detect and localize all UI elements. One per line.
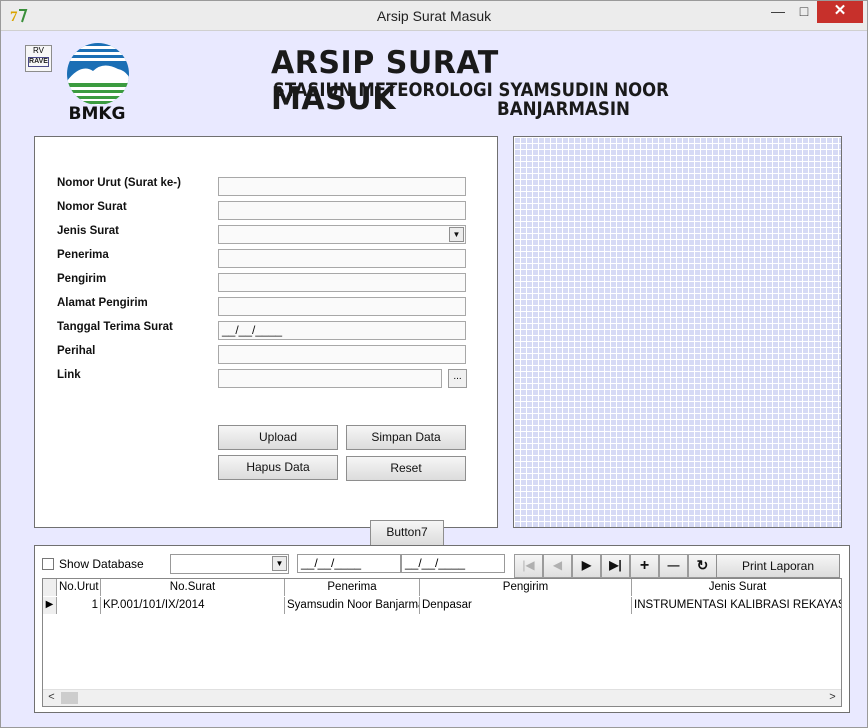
next-record-button[interactable]: ▶ <box>572 554 601 578</box>
chevron-down-icon[interactable]: ▼ <box>272 556 287 571</box>
add-record-button[interactable]: + <box>630 554 659 578</box>
reset-button[interactable]: Reset <box>346 456 466 481</box>
scroll-left-icon[interactable]: < <box>43 690 60 706</box>
pengirim-input[interactable] <box>218 273 466 292</box>
alamat-pengirim-label: Alamat Pengirim <box>57 297 148 309</box>
minimize-button[interactable]: — <box>765 1 791 23</box>
column-header-no-surat[interactable]: No.Surat <box>101 579 285 596</box>
document-preview-panel[interactable] <box>513 136 842 528</box>
rave-icon-box: RAVE <box>28 57 49 67</box>
penerima-label: Penerima <box>57 249 109 261</box>
penerima-input[interactable] <box>218 249 466 268</box>
database-panel: Show Database ▼ __/__/____ __/__/____ |◀… <box>34 545 850 713</box>
browse-button[interactable]: ... <box>448 369 467 388</box>
cell-penerima[interactable]: Syamsudin Noor Banjarmasin <box>285 597 420 614</box>
column-header-pengirim[interactable]: Pengirim <box>420 579 632 596</box>
tanggal-terima-label: Tanggal Terima Surat <box>57 321 173 333</box>
pengirim-label: Pengirim <box>57 273 107 285</box>
records-grid[interactable]: No.Urut No.Surat Penerima Pengirim Jenis… <box>42 578 842 707</box>
perihal-label: Perihal <box>57 345 96 357</box>
last-record-button[interactable]: ▶| <box>601 554 630 578</box>
show-database-label: Show Database <box>59 557 144 571</box>
form-panel: Nomor Urut (Surat ke-) Nomor Surat Jenis… <box>34 136 498 528</box>
filter-select[interactable]: ▼ <box>170 554 289 574</box>
horizontal-scrollbar[interactable]: < > <box>43 689 841 706</box>
prev-record-button[interactable]: ◀ <box>543 554 572 578</box>
cell-no-urut[interactable]: 1 <box>57 597 101 614</box>
scrollbar-thumb[interactable] <box>61 692 78 704</box>
hapus-data-button[interactable]: Hapus Data <box>218 455 338 480</box>
rave-icon[interactable]: RV RAVE <box>25 45 52 72</box>
header-subtitle-city: BANJARMASIN <box>497 99 630 120</box>
app-window: 7 Arsip Surat Masuk — □ ✕ RV RAVE BMKG A… <box>0 0 868 728</box>
column-header-no-urut[interactable]: No.Urut <box>57 579 101 596</box>
close-button[interactable]: ✕ <box>817 1 863 23</box>
cell-jenis-surat[interactable]: INSTRUMENTASI KALIBRASI REKAYASA <box>632 597 841 614</box>
date-to-input[interactable]: __/__/____ <box>401 554 505 573</box>
column-header-penerima[interactable]: Penerima <box>285 579 420 596</box>
window-title: Arsip Surat Masuk <box>376 8 492 24</box>
print-laporan-button[interactable]: Print Laporan <box>716 554 840 578</box>
grid-header-indicator <box>43 579 57 596</box>
link-label: Link <box>57 369 81 381</box>
date-from-input[interactable]: __/__/____ <box>297 554 401 573</box>
scroll-right-icon[interactable]: > <box>824 690 841 706</box>
jenis-surat-select[interactable]: ▼ <box>218 225 466 244</box>
link-input[interactable] <box>218 369 442 388</box>
simpan-data-button[interactable]: Simpan Data <box>346 425 466 450</box>
column-header-jenis-surat[interactable]: Jenis Surat <box>632 579 841 596</box>
cell-pengirim[interactable]: Denpasar <box>420 597 632 614</box>
tanggal-terima-input[interactable]: __/__/____ <box>218 321 466 340</box>
delete-record-button[interactable]: — <box>659 554 688 578</box>
chevron-down-icon[interactable]: ▼ <box>449 227 464 242</box>
title-bar[interactable]: 7 Arsip Surat Masuk — □ ✕ <box>1 1 867 31</box>
upload-button[interactable]: Upload <box>218 425 338 450</box>
logo-text: BMKG <box>68 104 126 124</box>
perihal-input[interactable] <box>218 345 466 364</box>
nomor-urut-label: Nomor Urut (Surat ke-) <box>57 177 181 189</box>
first-record-button[interactable]: |◀ <box>514 554 543 578</box>
button7[interactable]: Button7 <box>370 520 444 546</box>
refresh-button[interactable]: ↻ <box>688 554 717 578</box>
alamat-pengirim-input[interactable] <box>218 297 466 316</box>
maximize-button[interactable]: □ <box>791 1 817 23</box>
nomor-urut-input[interactable] <box>218 177 466 196</box>
show-database-checkbox[interactable] <box>42 558 54 570</box>
nomor-surat-input[interactable] <box>218 201 466 220</box>
nomor-surat-label: Nomor Surat <box>57 201 127 213</box>
header-subtitle-station: STASIUN METEOROLOGI SYAMSUDIN NOOR <box>273 80 669 101</box>
cell-no-surat[interactable]: KP.001/101/IX/2014 <box>101 597 285 614</box>
row-indicator-icon: ▶ <box>43 597 57 614</box>
rave-icon-top: RV <box>33 46 44 55</box>
jenis-surat-label: Jenis Surat <box>57 225 119 237</box>
